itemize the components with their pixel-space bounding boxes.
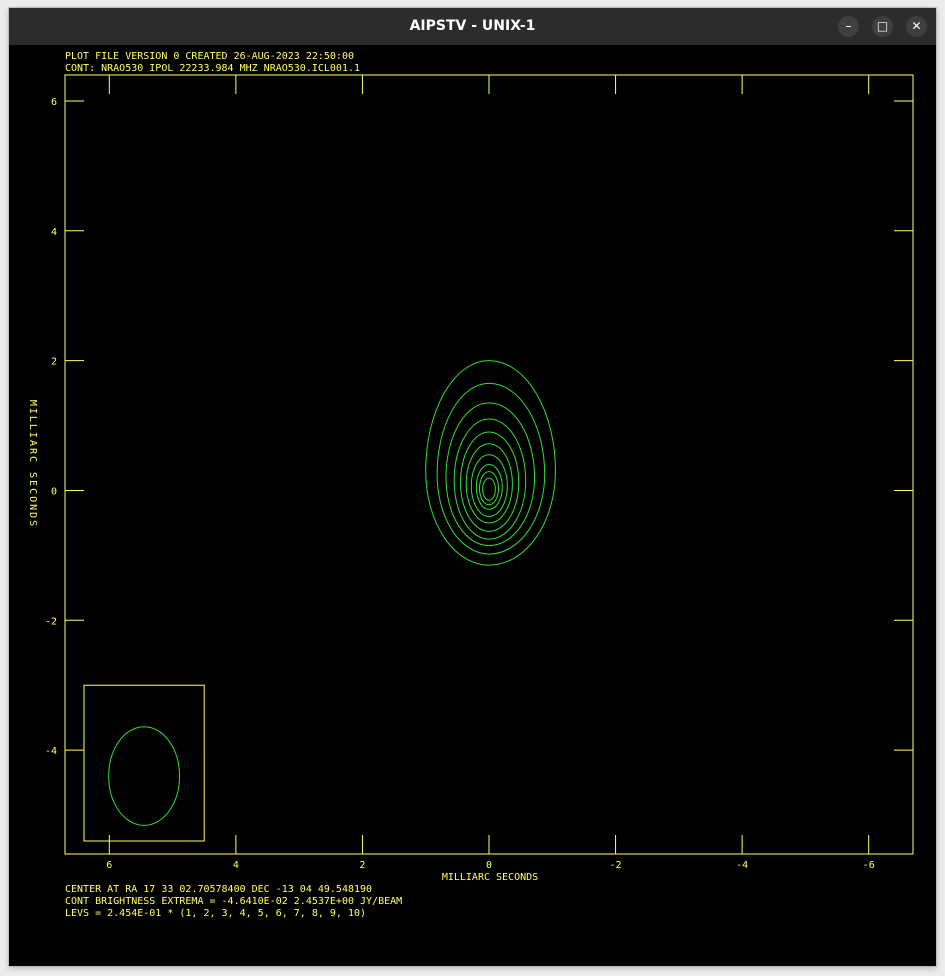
contour-lines [425,360,556,566]
contour-level-2 [436,382,546,555]
beam-ellipse [108,726,181,826]
footer-line-1: CENTER AT RA 17 33 02.70578400 DEC -13 0… [65,884,372,895]
y-tick-label: 4 [51,227,57,238]
plot-canvas: PLOT FILE VERSION 0 CREATED 26-AUG-2023 … [9,45,936,966]
x-tick-label: 2 [359,860,365,871]
close-icon: ✕ [911,19,922,33]
axis-tick-labels: 6 4 2 0 -2 -4 -6 6 4 2 0 -2 -4 [45,97,875,871]
close-button[interactable]: ✕ [906,16,927,37]
footer-line-3: LEVS = 2.454E-01 * (1, 2, 3, 4, 5, 6, 7,… [65,908,366,919]
maximize-button[interactable]: □ [872,16,893,37]
header-line-2: CONT: NRAO530 IPOL 22233.984 MHZ NRAO530… [65,63,360,74]
beam-marker [83,684,205,842]
y-tick-label: 0 [51,486,57,497]
beam-box [83,684,205,842]
minimize-icon: – [845,19,852,33]
aipstv-window: AIPSTV - UNIX-1 – □ ✕ PLOT FILE VERSION … [9,8,936,966]
x-axis-label: MILLIARC SECONDS [442,872,538,883]
x-tick-label: 4 [233,860,239,871]
maximize-icon: □ [876,19,889,33]
contour-level-6 [465,443,513,524]
contour-level-4 [453,418,527,540]
y-tick-label: -4 [45,746,57,757]
y-tick-label: 2 [51,357,57,368]
footer-line-2: CONT BRIGHTNESS EXTREMA = -4.6410E-02 2.… [65,896,402,907]
y-axis-label: MILLIARC SECONDS [27,400,38,528]
contour-level-10 [482,477,496,501]
x-tick-label: -6 [863,860,875,871]
header-line-1: PLOT FILE VERSION 0 CREATED 26-AUG-2023 … [65,51,354,62]
contour-level-3 [445,402,536,547]
x-tick-label: 0 [486,860,492,871]
x-tick-label: -2 [610,860,622,871]
y-tick-label: 6 [51,97,57,108]
title-bar[interactable]: AIPSTV - UNIX-1 – □ ✕ [9,8,936,45]
y-tick-label: -2 [45,616,57,627]
minimize-button[interactable]: – [838,16,859,37]
x-tick-label: -4 [736,860,748,871]
x-tick-label: 6 [106,860,112,871]
contour-plot: PLOT FILE VERSION 0 CREATED 26-AUG-2023 … [27,51,914,919]
window-title: AIPSTV - UNIX-1 [409,18,536,34]
contour-level-1 [425,360,556,566]
